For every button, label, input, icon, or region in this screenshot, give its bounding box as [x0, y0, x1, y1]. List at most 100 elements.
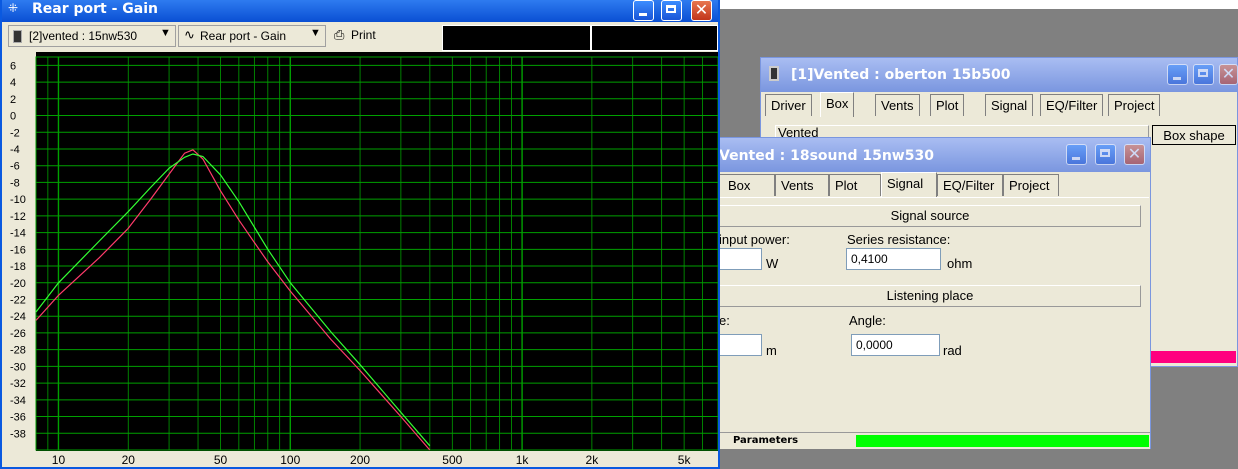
y-tick-label: -22 [10, 294, 26, 306]
y-tick-label: -24 [10, 311, 26, 323]
angle-unit: rad [943, 343, 962, 358]
y-tick-label: -38 [10, 428, 26, 440]
x-tick-label: 10 [52, 453, 66, 467]
tab-vents[interactable]: Vents [775, 174, 829, 196]
y-tick-label: -28 [10, 345, 26, 357]
x-tick-label: 5k [678, 453, 692, 467]
x-tick-label: 50 [214, 453, 228, 467]
y-tick-label: -36 [10, 412, 26, 424]
sound18-title: Vented : 18sound 15nw530 [719, 148, 934, 164]
signal-source-header: Signal source [719, 205, 1141, 227]
y-tick-label: -10 [10, 194, 26, 206]
plot-area[interactable]: 6 4 2 0 -2 -4 -6 -8 -10 -12 -14 -16 -18 -20 -22 -24 -26-… [2, 52, 718, 467]
tab-box[interactable]: Box [719, 174, 775, 196]
gain-chart: 6420-2-4-6-8-10-12-14-16-18-20-22-24-26-… [2, 52, 718, 467]
oberton-title: [1]Vented : oberton 15b500 [791, 67, 1011, 83]
wave-icon: ∿ [184, 27, 195, 42]
y-tick-label: -16 [10, 244, 26, 256]
chevron-down-icon: ▼ [310, 27, 321, 39]
readout-box-2 [591, 25, 718, 51]
angle-label: Angle: [849, 313, 886, 328]
tab-signal[interactable]: Signal [881, 172, 937, 197]
readout-box-1 [442, 25, 591, 51]
x-tick-label: 2k [586, 453, 600, 467]
y-tick-label: 6 [10, 60, 16, 72]
y-tick-label: -4 [10, 144, 20, 156]
graph-window: ⁜ Rear port - Gain ✕ [2]vented : 15nw530… [0, 0, 720, 469]
project-select[interactable]: [2]vented : 15nw530 ▼ [8, 25, 176, 47]
minimize-icon[interactable] [1066, 144, 1087, 165]
magenta-indicator [1151, 351, 1236, 363]
maximize-icon[interactable] [661, 0, 682, 21]
signal-panel: Signal source input power: W Series resi… [719, 197, 1149, 433]
close-icon[interactable]: ✕ [1124, 144, 1145, 165]
y-tick-label: -26 [10, 328, 26, 340]
tab-project[interactable]: Project [1108, 94, 1161, 116]
graph-toolbar: [2]vented : 15nw530 ▼ ∿ Rear port - Gain… [6, 25, 718, 51]
app-icon: ⁜ [8, 1, 19, 15]
x-tick-label: 200 [350, 453, 370, 467]
tab-project[interactable]: Project [1003, 174, 1059, 196]
minimize-icon[interactable] [633, 0, 654, 21]
tab-eq-filter[interactable]: EQ/Filter [1040, 94, 1104, 116]
print-label: Print [351, 28, 376, 42]
y-tick-label: 0 [10, 111, 16, 123]
y-tick-label: -32 [10, 378, 26, 390]
listening-place-header: Listening place [719, 285, 1141, 307]
tab-plot[interactable]: Plot [930, 94, 965, 116]
y-tick-label: -20 [10, 278, 26, 290]
y-tick-label: -8 [10, 177, 20, 189]
plot-select[interactable]: ∿ Rear port - Gain ▼ [178, 25, 326, 47]
tab-box[interactable]: Box [820, 92, 855, 117]
maximize-icon[interactable] [1095, 144, 1116, 165]
close-icon[interactable]: ✕ [691, 0, 712, 21]
y-tick-label: 4 [10, 77, 16, 89]
input-power-unit: W [766, 256, 779, 271]
graph-titlebar[interactable]: ⁜ Rear port - Gain ✕ [2, 0, 718, 22]
tab-driver[interactable]: Driver [765, 94, 812, 116]
close-icon[interactable]: ✕ [1219, 64, 1238, 85]
series-resistance-field[interactable]: 0,4100 [846, 248, 941, 270]
chevron-down-icon: ▼ [160, 27, 171, 39]
graph-title: Rear port - Gain [32, 1, 158, 17]
y-tick-label: -18 [10, 261, 26, 273]
plot-select-value: Rear port - Gain [200, 29, 287, 43]
oberton-titlebar[interactable]: [1]Vented : oberton 15b500 ✕ [761, 58, 1238, 92]
tab-plot[interactable]: Plot [829, 174, 881, 196]
status-label: Parameters [733, 435, 799, 446]
x-tick-label: 1k [516, 453, 530, 467]
y-tick-label: -34 [10, 395, 26, 407]
input-power-field[interactable] [719, 248, 762, 270]
desktop-strip [720, 0, 1238, 9]
x-tick-label: 20 [122, 453, 136, 467]
printer-icon: ⎙ [334, 27, 345, 42]
y-tick-label: -2 [10, 127, 20, 139]
status-bar: Parameters [719, 432, 1150, 449]
project-select-value: [2]vented : 15nw530 [29, 29, 138, 43]
distance-unit: m [766, 343, 777, 358]
box-shape-button[interactable]: Box shape [1152, 125, 1236, 145]
sound18-titlebar[interactable]: Vented : 18sound 15nw530 ✕ [719, 138, 1150, 172]
tab-signal[interactable]: Signal [985, 94, 1034, 116]
sound18-window: Vented : 18sound 15nw530 ✕ Box Vents Plo… [718, 137, 1151, 449]
sound18-tabs: Box Vents Plot Signal EQ/Filter Project [719, 172, 1149, 198]
x-tick-label: 100 [280, 453, 300, 467]
print-button[interactable]: ⎙ Print [330, 25, 390, 47]
series-resistance-unit: ohm [947, 256, 973, 271]
y-tick-label: -12 [10, 211, 26, 223]
tab-vents[interactable]: Vents [875, 94, 920, 116]
series-resistance-label: Series resistance: [847, 232, 951, 247]
app-icon [769, 66, 779, 81]
maximize-icon[interactable] [1193, 64, 1214, 85]
distance-label: e: [719, 313, 730, 328]
status-progress [856, 435, 1149, 447]
angle-field[interactable]: 0,0000 [851, 334, 940, 356]
tab-eq-filter[interactable]: EQ/Filter [937, 174, 1003, 196]
y-tick-label: -6 [10, 161, 20, 173]
y-tick-label: 2 [10, 94, 16, 106]
minimize-icon[interactable] [1167, 64, 1188, 85]
y-tick-label: -14 [10, 228, 26, 240]
y-tick-label: -30 [10, 361, 26, 373]
x-tick-label: 500 [442, 453, 462, 467]
distance-field[interactable] [719, 334, 762, 356]
